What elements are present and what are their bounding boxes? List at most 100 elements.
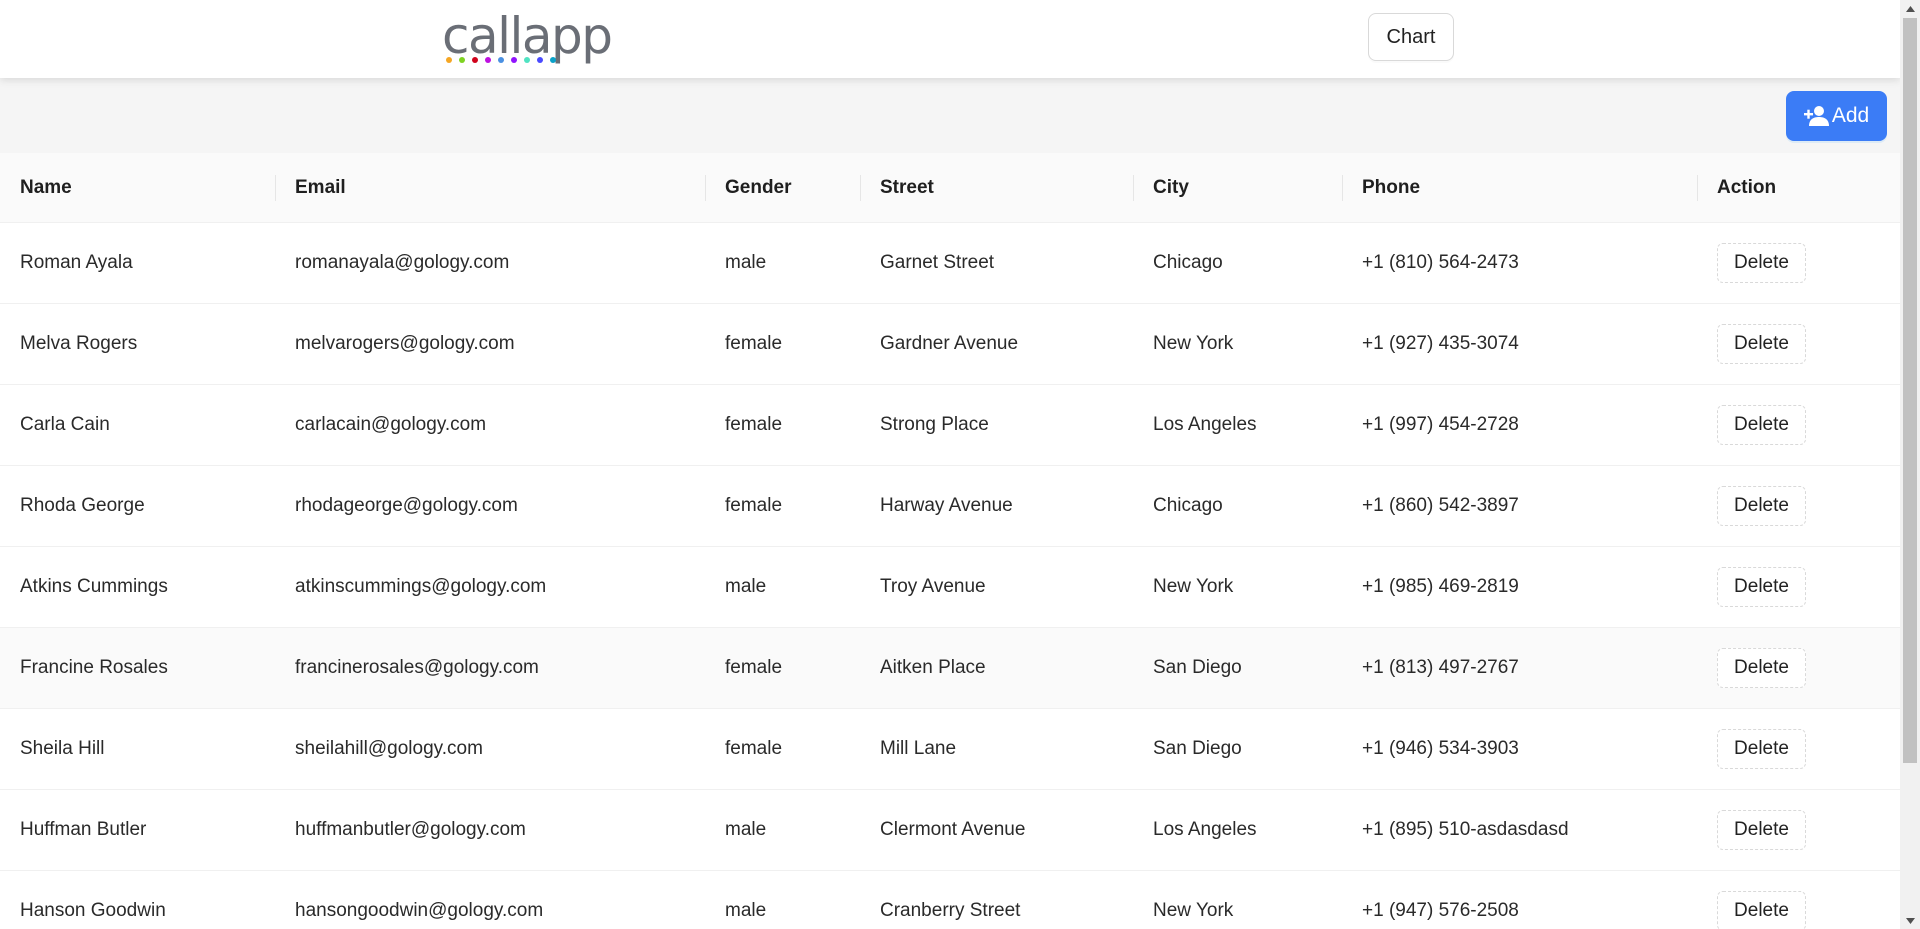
cell-phone: +1 (810) 564-2473 [1342, 222, 1697, 304]
logo-dot [550, 57, 556, 63]
cell-phone: +1 (895) 510-asdasdasd [1342, 789, 1697, 871]
table-row[interactable]: Roman Ayala romanayala@gology.com male G… [0, 222, 1900, 304]
cell-city: Chicago [1133, 222, 1342, 304]
cell-email: atkinscummings@gology.com [275, 546, 705, 628]
column-header-gender[interactable]: Gender [705, 153, 860, 223]
cell-name: Melva Rogers [0, 303, 275, 385]
delete-button[interactable]: Delete [1717, 729, 1806, 769]
column-header-city[interactable]: City [1133, 153, 1342, 223]
vertical-scrollbar[interactable] [1900, 0, 1920, 929]
logo-dot [511, 57, 517, 63]
cell-gender: female [705, 384, 860, 466]
top-header: callapp Chart [0, 0, 1900, 78]
delete-button[interactable]: Delete [1717, 810, 1806, 850]
cell-city: Los Angeles [1133, 384, 1342, 466]
cell-action: Delete [1697, 789, 1900, 871]
cell-street: Strong Place [860, 384, 1133, 466]
add-button-label: Add [1831, 104, 1870, 127]
chart-button[interactable]: Chart [1368, 13, 1454, 61]
table-row[interactable]: Melva Rogers melvarogers@gology.com fema… [0, 303, 1900, 385]
cell-city: San Diego [1133, 708, 1342, 790]
cell-action: Delete [1697, 546, 1900, 628]
table-row[interactable]: Francine Rosales francinerosales@gology.… [0, 627, 1900, 709]
delete-button[interactable]: Delete [1717, 243, 1806, 283]
table-row[interactable]: Huffman Butler huffmanbutler@gology.com … [0, 789, 1900, 871]
users-table: Name Email Gender Street City Phone Acti… [0, 153, 1900, 929]
cell-name: Francine Rosales [0, 627, 275, 709]
column-header-phone[interactable]: Phone [1342, 153, 1697, 223]
logo-text: callapp [442, 7, 613, 65]
delete-button[interactable]: Delete [1717, 324, 1806, 364]
column-header-street[interactable]: Street [860, 153, 1133, 223]
column-header-email[interactable]: Email [275, 153, 705, 223]
delete-button[interactable]: Delete [1717, 648, 1806, 688]
table-row[interactable]: Hanson Goodwin hansongoodwin@gology.com … [0, 870, 1900, 929]
cell-email: melvarogers@gology.com [275, 303, 705, 385]
logo-dot [446, 57, 452, 63]
cell-phone: +1 (947) 576-2508 [1342, 870, 1697, 929]
cell-name: Sheila Hill [0, 708, 275, 790]
cell-name: Hanson Goodwin [0, 870, 275, 929]
logo-dot [537, 57, 543, 63]
logo-dot [524, 57, 530, 63]
cell-city: Los Angeles [1133, 789, 1342, 871]
cell-email: rhodageorge@gology.com [275, 465, 705, 547]
cell-gender: female [705, 303, 860, 385]
cell-phone: +1 (946) 534-3903 [1342, 708, 1697, 790]
cell-action: Delete [1697, 708, 1900, 790]
app-page: callapp Chart Add Name Email Gender Stre… [0, 0, 1900, 929]
cell-street: Gardner Avenue [860, 303, 1133, 385]
logo-dot [459, 57, 465, 63]
cell-name: Roman Ayala [0, 222, 275, 304]
table-row[interactable]: Rhoda George rhodageorge@gology.com fema… [0, 465, 1900, 547]
delete-button[interactable]: Delete [1717, 486, 1806, 526]
cell-phone: +1 (985) 469-2819 [1342, 546, 1697, 628]
cell-action: Delete [1697, 627, 1900, 709]
table-row[interactable]: Sheila Hill sheilahill@gology.com female… [0, 708, 1900, 790]
cell-email: carlacain@gology.com [275, 384, 705, 466]
cell-email: francinerosales@gology.com [275, 627, 705, 709]
add-button[interactable]: Add [1786, 91, 1887, 141]
scroll-down-arrow-icon[interactable] [1900, 912, 1920, 929]
cell-phone: +1 (927) 435-3074 [1342, 303, 1697, 385]
table-header-row: Name Email Gender Street City Phone Acti… [0, 153, 1900, 223]
delete-button[interactable]: Delete [1717, 405, 1806, 445]
scroll-up-arrow-icon[interactable] [1900, 0, 1920, 17]
logo-dot [485, 57, 491, 63]
cell-email: romanayala@gology.com [275, 222, 705, 304]
cell-name: Huffman Butler [0, 789, 275, 871]
cell-city: San Diego [1133, 627, 1342, 709]
cell-phone: +1 (813) 497-2767 [1342, 627, 1697, 709]
cell-gender: female [705, 627, 860, 709]
cell-gender: male [705, 222, 860, 304]
delete-button[interactable]: Delete [1717, 891, 1806, 929]
delete-button[interactable]: Delete [1717, 567, 1806, 607]
cell-city: New York [1133, 870, 1342, 929]
cell-email: hansongoodwin@gology.com [275, 870, 705, 929]
cell-street: Harway Avenue [860, 465, 1133, 547]
column-header-name[interactable]: Name [0, 153, 275, 223]
column-header-action: Action [1697, 153, 1900, 223]
cell-action: Delete [1697, 384, 1900, 466]
cell-name: Rhoda George [0, 465, 275, 547]
cell-gender: male [705, 546, 860, 628]
scrollbar-thumb[interactable] [1903, 18, 1917, 763]
cell-gender: female [705, 708, 860, 790]
cell-email: huffmanbutler@gology.com [275, 789, 705, 871]
cell-city: New York [1133, 303, 1342, 385]
cell-street: Garnet Street [860, 222, 1133, 304]
callapp-logo[interactable]: callapp [442, 7, 613, 68]
cell-city: New York [1133, 546, 1342, 628]
table-row[interactable]: Carla Cain carlacain@gology.com female S… [0, 384, 1900, 466]
cell-street: Clermont Avenue [860, 789, 1133, 871]
cell-gender: female [705, 465, 860, 547]
cell-street: Aitken Place [860, 627, 1133, 709]
cell-city: Chicago [1133, 465, 1342, 547]
cell-gender: male [705, 789, 860, 871]
cell-street: Cranberry Street [860, 870, 1133, 929]
cell-street: Mill Lane [860, 708, 1133, 790]
logo-dots [446, 57, 556, 63]
cell-phone: +1 (997) 454-2728 [1342, 384, 1697, 466]
table-row[interactable]: Atkins Cummings atkinscummings@gology.co… [0, 546, 1900, 628]
cell-action: Delete [1697, 303, 1900, 385]
